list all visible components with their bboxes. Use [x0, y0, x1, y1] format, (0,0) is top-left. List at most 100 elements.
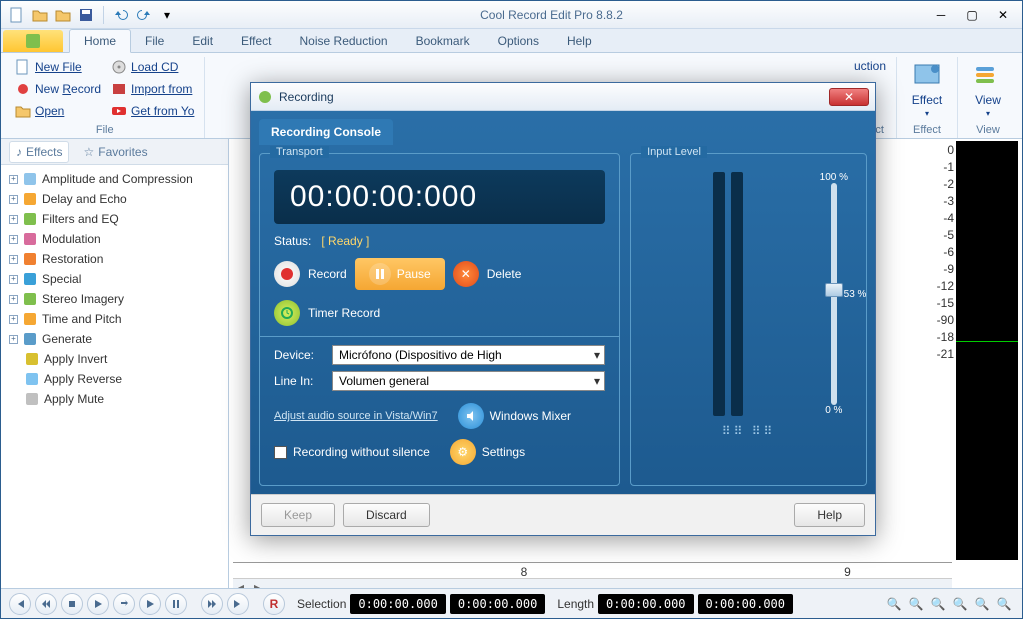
- level-slider[interactable]: [831, 183, 837, 405]
- tree-item-special[interactable]: +Special: [5, 269, 224, 289]
- tree-item-generate[interactable]: +Generate: [5, 329, 224, 349]
- zoom-out-icon[interactable]: 🔍: [906, 594, 926, 614]
- open-button[interactable]: Open: [11, 101, 105, 121]
- vu-right: [731, 172, 743, 416]
- vu-left: [713, 172, 725, 416]
- input-level-title: Input Level: [641, 146, 707, 158]
- tree-item-amplitude-and-compression[interactable]: +Amplitude and Compression: [5, 169, 224, 189]
- device-dropdown[interactable]: Micrófono (Dispositivo de High: [332, 345, 605, 365]
- tree-item-modulation[interactable]: +Modulation: [5, 229, 224, 249]
- tree-item-filters-and-eq[interactable]: +Filters and EQ: [5, 209, 224, 229]
- slider-thumb[interactable]: [825, 283, 843, 297]
- load-cd-button[interactable]: Load CD: [107, 57, 198, 77]
- delete-circle-button[interactable]: ✕: [453, 261, 479, 287]
- dialog-footer: Keep Discard Help: [251, 494, 875, 535]
- tree-item-apply-invert[interactable]: Apply Invert: [5, 349, 224, 369]
- help-button[interactable]: Help: [794, 503, 865, 527]
- pause-icon: [369, 263, 391, 285]
- h-scrollbar[interactable]: ◂▸: [233, 578, 952, 588]
- dialog-titlebar[interactable]: Recording ✕: [251, 83, 875, 111]
- adjust-link[interactable]: Adjust audio source in Vista/Win7: [274, 410, 438, 422]
- tab-edit[interactable]: Edit: [178, 30, 227, 52]
- rewind-button[interactable]: [35, 593, 57, 615]
- sidetab-effects[interactable]: ♪ Effects: [9, 141, 69, 163]
- pause-pill-button[interactable]: Pause: [355, 258, 445, 290]
- sidetab-favorites[interactable]: ☆ Favorites: [77, 142, 153, 162]
- record-circle-button[interactable]: [274, 261, 300, 287]
- loop-button[interactable]: [113, 593, 135, 615]
- view-big-button[interactable]: View▾: [964, 57, 1012, 122]
- tree-item-stereo-imagery[interactable]: +Stereo Imagery: [5, 289, 224, 309]
- vu-dots: ⠿⠿ ⠿⠿: [645, 424, 852, 438]
- pause-button[interactable]: [165, 593, 187, 615]
- zoom-fit-icon[interactable]: 🔍: [928, 594, 948, 614]
- tab-bookmark[interactable]: Bookmark: [402, 30, 484, 52]
- tab-effect[interactable]: Effect: [227, 30, 285, 52]
- effects-tree[interactable]: +Amplitude and Compression+Delay and Ech…: [1, 165, 228, 588]
- ff-button[interactable]: [201, 593, 223, 615]
- tab-help[interactable]: Help: [553, 30, 606, 52]
- linein-dropdown[interactable]: Volumen general: [332, 371, 605, 391]
- skip-end-button[interactable]: [227, 593, 249, 615]
- play-button[interactable]: [87, 593, 109, 615]
- timer-circle-button[interactable]: [274, 300, 300, 326]
- time-ruler: 8 9: [233, 562, 952, 578]
- length-start: 0:00:00.000: [598, 594, 693, 614]
- selection-start: 0:00:00.000: [350, 594, 445, 614]
- zoom-in-icon[interactable]: 🔍: [884, 594, 904, 614]
- selection-end: 0:00:00.000: [450, 594, 545, 614]
- maximize-button[interactable]: ▢: [959, 6, 985, 24]
- tab-file[interactable]: File: [131, 30, 178, 52]
- qat-open2-icon[interactable]: [53, 5, 73, 25]
- qat-open-icon[interactable]: [30, 5, 50, 25]
- recording-dialog: Recording ✕ Recording Console Transport …: [250, 82, 876, 536]
- new-record-button[interactable]: New Record: [11, 79, 105, 99]
- tree-item-delay-and-echo[interactable]: +Delay and Echo: [5, 189, 224, 209]
- quick-access-toolbar: ▾ Cool Record Edit Pro 8.8.2 ─ ▢ ✕: [1, 1, 1022, 29]
- pct-100: 100 %: [820, 172, 848, 183]
- length-label: Length: [557, 597, 594, 611]
- import-from-button[interactable]: Import from: [107, 79, 198, 99]
- selection-label: Selection: [297, 597, 346, 611]
- stop-button[interactable]: [61, 593, 83, 615]
- play2-button[interactable]: [139, 593, 161, 615]
- effect-big-button[interactable]: Effect▾: [903, 57, 951, 122]
- settings-icon[interactable]: ⚙: [450, 439, 476, 465]
- dialog-close-button[interactable]: ✕: [829, 88, 869, 106]
- close-button[interactable]: ✕: [990, 6, 1016, 24]
- tab-home[interactable]: Home: [69, 29, 131, 53]
- reduction-button[interactable]: uction: [850, 57, 890, 75]
- tab-noise-reduction[interactable]: Noise Reduction: [286, 30, 402, 52]
- minimize-button[interactable]: ─: [928, 6, 954, 24]
- keep-button[interactable]: Keep: [261, 503, 335, 527]
- qat-dropdown-icon[interactable]: ▾: [157, 5, 177, 25]
- discard-button[interactable]: Discard: [343, 503, 430, 527]
- effects-sidebar: ♪ Effects ☆ Favorites +Amplitude and Com…: [1, 139, 229, 588]
- tree-item-restoration[interactable]: +Restoration: [5, 249, 224, 269]
- zoom-v-in-icon[interactable]: 🔍: [972, 594, 992, 614]
- skip-start-button[interactable]: [9, 593, 31, 615]
- delete-label: Delete: [487, 267, 522, 281]
- dialog-title: Recording: [279, 90, 334, 104]
- undo-icon[interactable]: [111, 5, 131, 25]
- transport-panel: Transport 00:00:00:000 Status: [ Ready ]…: [259, 153, 620, 486]
- tree-item-apply-reverse[interactable]: Apply Reverse: [5, 369, 224, 389]
- qat-save-icon[interactable]: [76, 5, 96, 25]
- zoom-controls: 🔍 🔍 🔍 🔍 🔍 🔍: [884, 594, 1014, 614]
- tab-options[interactable]: Options: [484, 30, 553, 52]
- mixer-icon[interactable]: [458, 403, 484, 429]
- pct-0: 0 %: [825, 405, 842, 416]
- qat-new-icon[interactable]: [7, 5, 27, 25]
- zoom-sel-icon[interactable]: 🔍: [950, 594, 970, 614]
- redo-icon[interactable]: [134, 5, 154, 25]
- zoom-v-out-icon[interactable]: 🔍: [994, 594, 1014, 614]
- tree-item-time-and-pitch[interactable]: +Time and Pitch: [5, 309, 224, 329]
- tree-item-apply-mute[interactable]: Apply Mute: [5, 389, 224, 409]
- new-file-button[interactable]: New File: [11, 57, 105, 77]
- silence-checkbox[interactable]: Recording without silence: [274, 445, 430, 459]
- app-menu-button[interactable]: [3, 30, 63, 52]
- time-display: 00:00:00:000: [274, 170, 605, 224]
- mixer-label: Windows Mixer: [490, 409, 571, 423]
- record-button[interactable]: R: [263, 593, 285, 615]
- get-from-youtube-button[interactable]: Get from Yo: [107, 101, 198, 121]
